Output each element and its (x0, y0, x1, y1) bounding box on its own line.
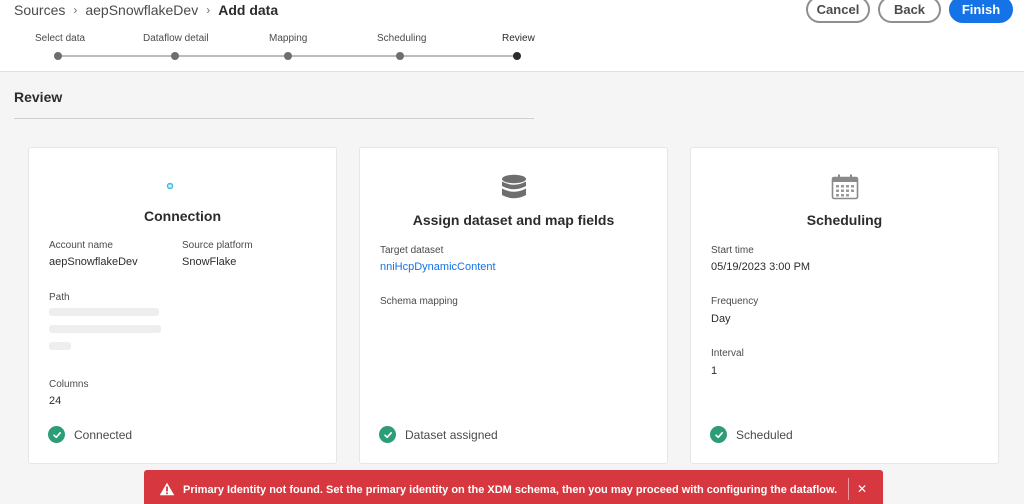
breadcrumb-current: Add data (218, 2, 279, 18)
target-dataset-label: Target dataset (380, 245, 444, 256)
start-time-label: Start time (711, 245, 754, 256)
breadcrumb: Sources › aepSnowflakeDev › Add data (14, 1, 278, 19)
account-name-label: Account name (49, 240, 113, 251)
back-button[interactable]: Back (878, 0, 941, 23)
interval-value: 1 (711, 365, 718, 377)
path-value-redacted (49, 342, 71, 350)
card-title: Scheduling (806, 212, 883, 228)
section-title: Review (14, 89, 63, 105)
step-dot (396, 52, 404, 60)
dataset-card: Assign dataset and map fields Target dat… (359, 147, 668, 464)
step-dot-active (513, 52, 521, 60)
step-label: Select data (35, 33, 86, 44)
account-name-value: aepSnowflakeDev (49, 256, 138, 268)
card-title: Connection (144, 208, 221, 224)
error-toast: Primary Identity not found. Set the prim… (144, 470, 883, 504)
toast-message: Primary Identity not found. Set the prim… (183, 484, 838, 496)
close-icon[interactable]: ✕ (857, 482, 867, 496)
breadcrumb-item-account[interactable]: aepSnowflakeDev (85, 2, 198, 18)
columns-label: Columns (49, 379, 89, 390)
columns-value: 24 (49, 395, 62, 407)
alert-triangle-icon (159, 482, 175, 501)
step-label: Dataflow detail (143, 33, 209, 44)
step-dot (54, 52, 62, 60)
card-title: Assign dataset and map fields (412, 212, 615, 228)
checkmark-icon (710, 426, 727, 443)
step-dot (284, 52, 292, 60)
interval-label: Interval (711, 348, 744, 359)
calendar-icon (691, 174, 998, 200)
checkmark-icon (48, 426, 65, 443)
connection-status: Connected (48, 426, 132, 443)
action-buttons: Cancel Back Finish (806, 0, 1013, 23)
connection-card: Connection Account name aepSnowflakeDev … (28, 147, 337, 464)
start-time-value: 05/19/2023 3:00 PM (711, 261, 811, 273)
path-value-redacted (49, 325, 161, 333)
cancel-button[interactable]: Cancel (806, 0, 870, 23)
frequency-value: Day (711, 313, 731, 325)
path-label: Path (49, 292, 70, 303)
checkmark-icon (379, 426, 396, 443)
breadcrumb-item-sources[interactable]: Sources (14, 2, 65, 18)
toast-divider (848, 478, 849, 500)
source-platform-value: SnowFlake (182, 256, 237, 268)
workflow-stepper: Select data Dataflow detail Mapping Sche… (0, 30, 560, 64)
database-icon (360, 174, 667, 200)
chevron-right-icon: › (73, 3, 78, 17)
header-bar: Sources › aepSnowflakeDev › Add data Can… (0, 0, 1024, 72)
step-label: Review (502, 33, 535, 44)
frequency-label: Frequency (711, 296, 759, 307)
scheduling-card: Scheduling Start time 05/19/2023 3:00 PM… (690, 147, 999, 464)
schema-mapping-label: Schema mapping (380, 296, 458, 307)
status-text: Dataset assigned (405, 427, 498, 442)
step-label: Mapping (269, 33, 308, 44)
dataset-status: Dataset assigned (379, 426, 498, 443)
snowflake-logo (29, 181, 336, 191)
step-label: Scheduling (377, 33, 427, 44)
source-platform-label: Source platform (182, 240, 253, 251)
path-value-redacted (49, 308, 159, 316)
scheduling-status: Scheduled (710, 426, 793, 443)
chevron-right-icon: › (206, 3, 211, 17)
target-dataset-link[interactable]: nniHcpDynamicContent (380, 261, 496, 273)
finish-button[interactable]: Finish (949, 0, 1013, 23)
section-divider (14, 118, 534, 119)
status-text: Scheduled (736, 427, 793, 442)
status-text: Connected (74, 427, 133, 442)
step-dot (171, 52, 179, 60)
